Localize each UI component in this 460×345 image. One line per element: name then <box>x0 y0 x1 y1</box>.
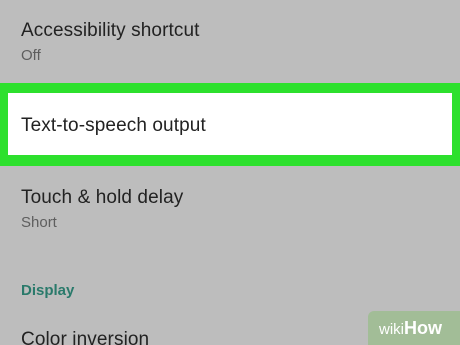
setting-accessibility-shortcut[interactable]: Accessibility shortcut Off <box>0 0 460 82</box>
setting-text-to-speech-output[interactable]: Text-to-speech output <box>8 93 452 155</box>
watermark-suffix: How <box>404 318 442 338</box>
category-label: Display <box>21 282 75 299</box>
setting-title: Text-to-speech output <box>21 115 206 136</box>
setting-touch-hold-delay[interactable]: Touch & hold delay Short <box>0 166 460 246</box>
accessibility-settings-screen: Accessibility shortcut Off Text-to-speec… <box>0 0 460 345</box>
setting-summary: Off <box>21 47 41 64</box>
setting-summary: Short <box>21 214 57 231</box>
setting-title: Color inversion <box>21 329 150 345</box>
wikihow-watermark: wikiHow <box>368 311 460 345</box>
watermark-text: wikiHow <box>379 318 442 339</box>
setting-title: Touch & hold delay <box>21 187 184 208</box>
highlight-frame: Text-to-speech output <box>0 83 460 166</box>
category-header-display: Display <box>0 270 460 300</box>
setting-title: Accessibility shortcut <box>21 20 200 41</box>
watermark-prefix: wiki <box>379 321 404 338</box>
